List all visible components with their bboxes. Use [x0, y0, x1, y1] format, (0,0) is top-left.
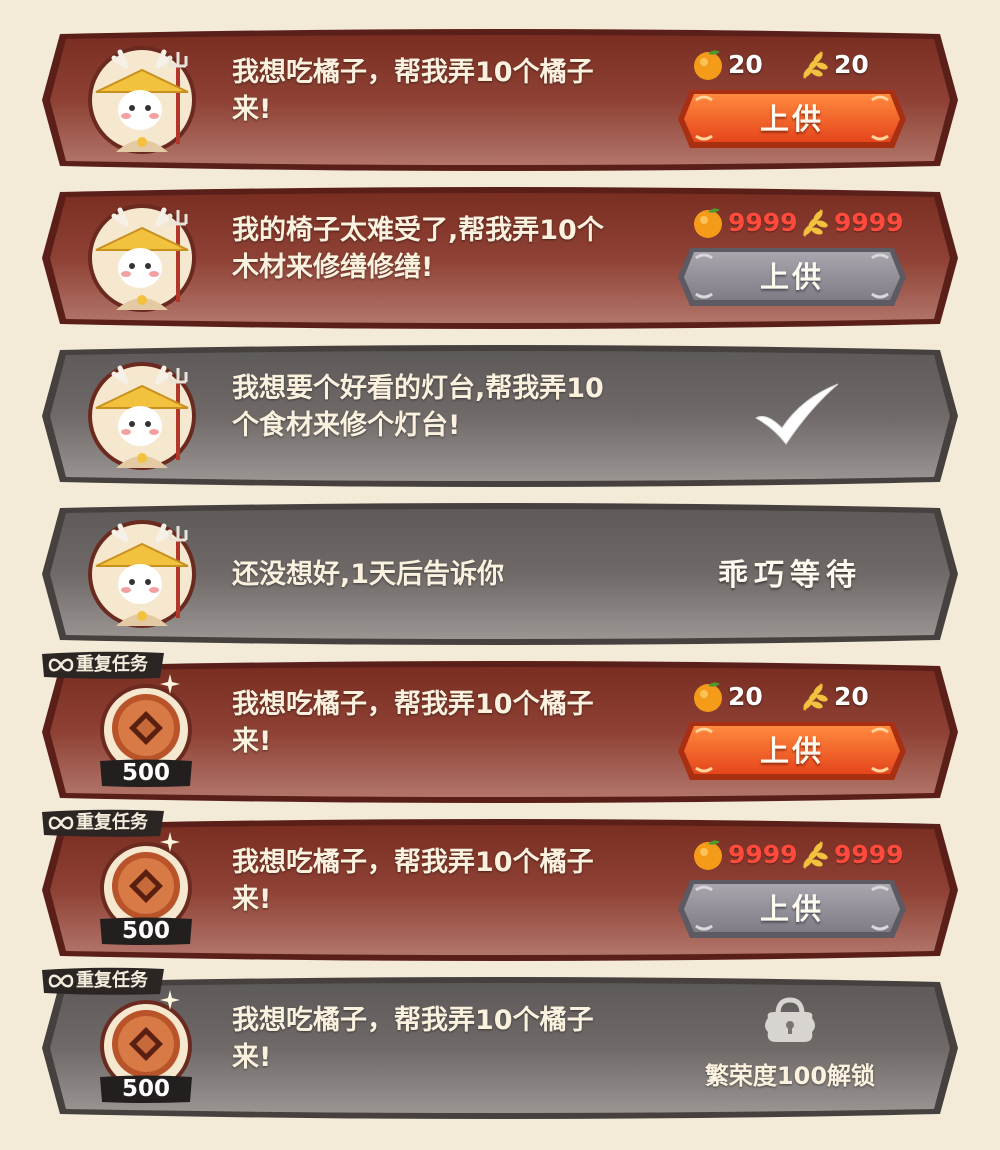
quest-card-completed: 我想要个好看的灯台,帮我弄10 个食材来修个灯台!: [40, 342, 960, 490]
quest-card-waiting: 还没想好,1天后告诉你 乖巧等待: [40, 500, 960, 648]
quest-message: 我想吃橘子，帮我弄10个橘子 来!: [232, 847, 594, 915]
quest-message: 我想吃橘子，帮我弄10个橘子 来!: [232, 689, 594, 757]
resource-requirements: 9999 9999: [690, 836, 920, 872]
orange-icon: [694, 682, 722, 712]
sparkle-icon: [160, 674, 180, 694]
quest-card: 我想吃橘子，帮我弄10个橘子 来! 20 20 上供: [40, 26, 960, 174]
quest-message: 我想要个好看的灯台,帮我弄10 个食材来修个灯台!: [232, 373, 604, 441]
infinity-icon: [48, 974, 74, 988]
quest-message: 还没想好,1天后告诉你: [232, 559, 505, 590]
orange-requirement: 20: [690, 46, 763, 82]
offer-button-label: 上供: [759, 102, 824, 136]
coin-reward-amount: 500: [121, 760, 170, 786]
quest-message: 我的椅子太难受了,帮我弄10个 木材来修缮修缮!: [232, 215, 604, 283]
infinity-icon: [48, 658, 74, 672]
quest-message: 我想吃橘子，帮我弄10个橘子 来!: [232, 57, 594, 125]
repeat-quest-tag: 重复任务: [40, 650, 166, 680]
quest-card: 我的椅子太难受了,帮我弄10个 木材来修缮修缮! 9999 9999 上供: [40, 184, 960, 332]
offer-button-label: 上供: [759, 892, 824, 926]
orange-count: 9999: [728, 207, 798, 237]
offer-button[interactable]: 上供: [676, 718, 908, 784]
coin-reward-amount: 500: [121, 1076, 170, 1102]
deer-farmer-avatar: [88, 362, 196, 470]
quest-message: 我想吃橘子，帮我弄10个橘子 来!: [232, 1005, 594, 1073]
wheat-icon: [802, 683, 828, 711]
wheat-count: 20: [834, 681, 869, 711]
offer-button-label: 上供: [759, 734, 824, 768]
wheat-icon: [802, 209, 828, 237]
coin-reward-badge: 500: [98, 1074, 194, 1104]
repeat-quest-card: 重复任务 500 我想吃橘子，帮我弄10个橘子 来! 9999 9999 上供: [40, 809, 960, 964]
wheat-icon: [802, 841, 828, 869]
offer-button[interactable]: 上供: [676, 86, 908, 152]
sparkle-icon: [160, 990, 180, 1010]
orange-icon: [694, 840, 722, 870]
deer-farmer-avatar: [88, 46, 196, 154]
wheat-count: 9999: [834, 207, 904, 237]
repeat-quest-tag: 重复任务: [40, 966, 166, 996]
lock-icon: [765, 997, 815, 1042]
orange-icon: [694, 50, 722, 80]
deer-farmer-avatar: [88, 520, 196, 628]
repeat-tag-label: 重复任务: [76, 654, 148, 675]
resource-requirements: 9999 9999: [690, 204, 920, 240]
repeat-quest-card-locked: 重复任务 500 我想吃橘子，帮我弄10个橘子 来! 繁荣度100解锁: [40, 967, 960, 1122]
offer-button-disabled[interactable]: 上供: [676, 876, 908, 942]
repeat-quest-card: 重复任务 500 我想吃橘子，帮我弄10个橘子 来! 20 20 上供: [40, 651, 960, 806]
repeat-quest-tag: 重复任务: [40, 808, 166, 838]
infinity-icon: [48, 816, 74, 830]
orange-count: 9999: [728, 839, 798, 869]
wheat-requirement: 9999: [796, 204, 904, 240]
orange-count: 20: [728, 681, 763, 711]
quest-list: 我想吃橘子，帮我弄10个橘子 来! 20 20 上供 我的椅子太难受了,帮我弄1…: [0, 0, 1000, 1150]
resource-requirements: 20 20: [690, 46, 920, 82]
wheat-count: 9999: [834, 839, 904, 869]
wheat-requirement: 20: [796, 678, 869, 714]
repeat-tag-label: 重复任务: [76, 970, 148, 991]
deer-farmer-avatar: [88, 204, 196, 312]
offer-button-disabled[interactable]: 上供: [676, 244, 908, 310]
unlock-condition: 繁荣度100解锁: [704, 1062, 876, 1090]
orange-requirement: 20: [690, 678, 763, 714]
sparkle-icon: [160, 832, 180, 852]
checkmark-icon: [754, 383, 839, 445]
wheat-requirement: 20: [796, 46, 869, 82]
orange-requirement: 9999: [690, 836, 798, 872]
coin-reward-badge: 500: [98, 758, 194, 788]
waiting-status: 乖巧等待: [718, 558, 862, 593]
orange-requirement: 9999: [690, 204, 798, 240]
orange-count: 20: [728, 49, 763, 79]
wheat-requirement: 9999: [796, 836, 904, 872]
orange-icon: [694, 208, 722, 238]
wheat-icon: [802, 51, 828, 79]
resource-requirements: 20 20: [690, 678, 920, 714]
wheat-count: 20: [834, 49, 869, 79]
coin-reward-amount: 500: [121, 918, 170, 944]
offer-button-label: 上供: [759, 260, 824, 294]
repeat-tag-label: 重复任务: [76, 812, 148, 833]
coin-reward-badge: 500: [98, 916, 194, 946]
